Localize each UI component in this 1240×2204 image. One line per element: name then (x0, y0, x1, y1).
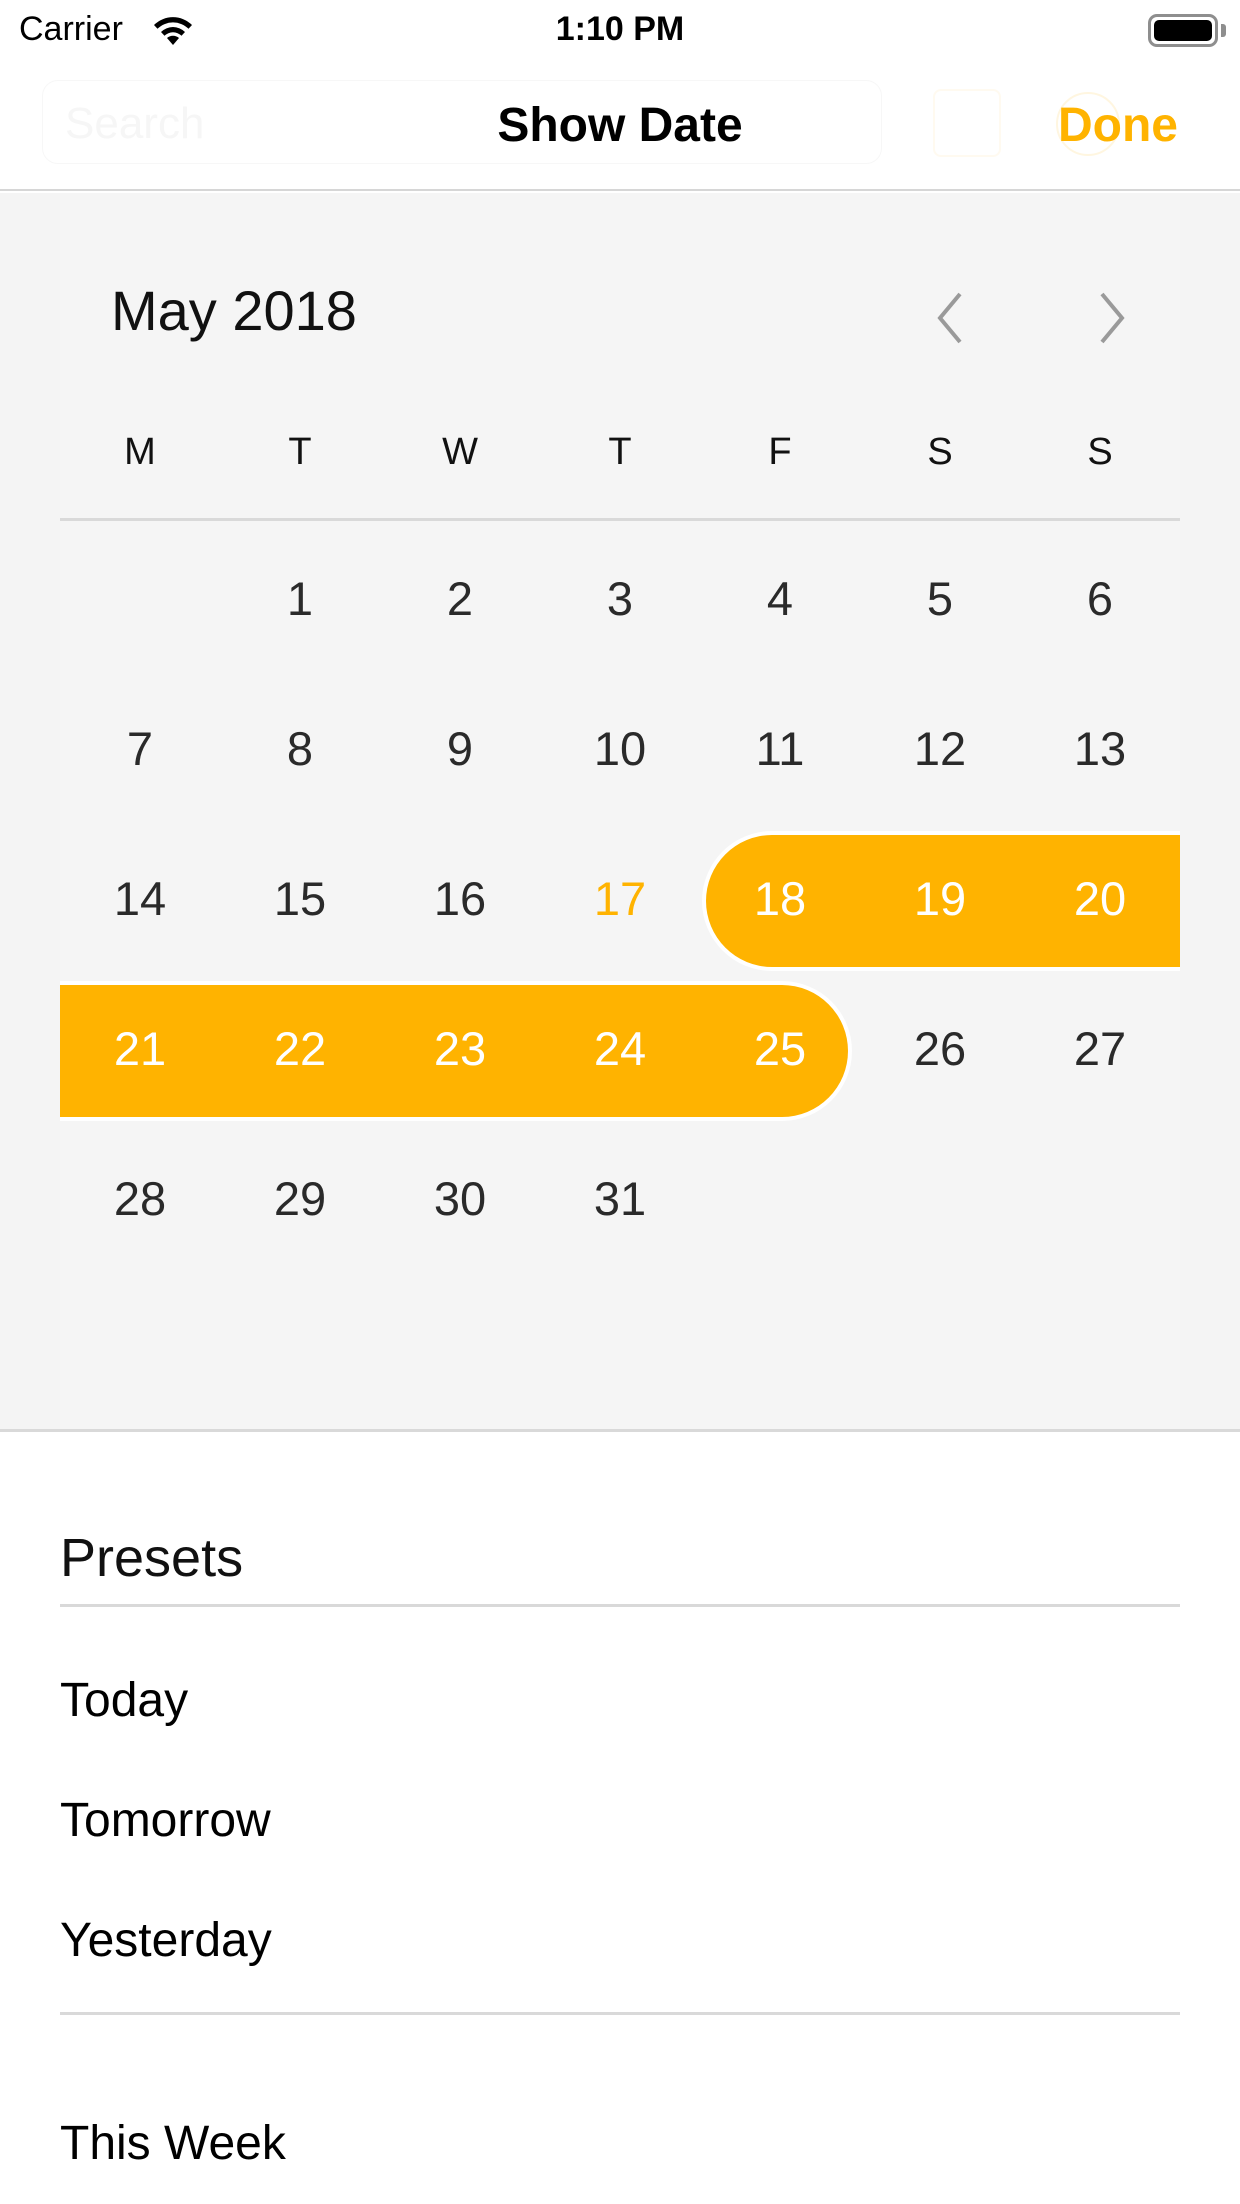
day-cell[interactable]: 28 (60, 1123, 220, 1273)
days-grid: 1 2 3 4 5 6 7 8 9 10 11 12 13 14 15 16 17 18 19 20 21 22 23 24 2… (60, 523, 1180, 1273)
preset-item[interactable]: This Week (60, 2116, 286, 2171)
battery-icon (1148, 14, 1218, 47)
day-cell[interactable]: 27 (1020, 973, 1180, 1123)
day-cell[interactable]: 31 (540, 1123, 700, 1273)
battery-level (1154, 20, 1212, 41)
chevron-right-icon[interactable] (1092, 288, 1132, 348)
presets-divider (60, 1604, 1180, 1607)
calendar-panel: May 2018 M T W T F S S 1 2 3 4 5 6 7 8 9 10 11 12 13… (0, 193, 1240, 1432)
preset-item[interactable]: Today (60, 1673, 188, 1728)
status-bar: Carrier 1:10 PM (0, 0, 1240, 64)
battery-tip (1221, 24, 1226, 37)
day-cell[interactable]: 10 (540, 673, 700, 823)
day-cell[interactable]: 24 (540, 973, 700, 1123)
calendar: May 2018 M T W T F S S 1 2 3 4 5 6 7 8 9 10 11 12 13… (60, 193, 1180, 1429)
day-cell[interactable]: 5 (860, 523, 1020, 673)
chevron-left-icon[interactable] (930, 288, 970, 348)
weekday-label: W (442, 431, 478, 473)
empty-day-cell (60, 523, 220, 673)
weekday-label: T (608, 431, 632, 473)
empty-day-cell (860, 1123, 1020, 1273)
week-row: 21 22 23 24 25 26 27 (60, 973, 1180, 1123)
day-cell[interactable]: 7 (60, 673, 220, 823)
day-cell[interactable]: 11 (700, 673, 860, 823)
day-cell[interactable]: 23 (380, 973, 540, 1123)
day-cell[interactable]: 12 (860, 673, 1020, 823)
navigation-bar: Search Show Date Done (0, 64, 1240, 191)
week-row: 14 15 16 17 18 19 20 (60, 823, 1180, 973)
preset-group-divider (60, 2012, 1180, 2015)
day-cell[interactable]: 19 (860, 823, 1020, 973)
day-cell[interactable]: 26 (860, 973, 1020, 1123)
empty-day-cell (1020, 1123, 1180, 1273)
day-cell[interactable]: 4 (700, 523, 860, 673)
week-row: 28 29 30 31 (60, 1123, 1180, 1273)
preset-item[interactable]: Tomorrow (60, 1793, 271, 1848)
day-cell[interactable]: 8 (220, 673, 380, 823)
day-cell[interactable]: 29 (220, 1123, 380, 1273)
day-cell[interactable]: 1 (220, 523, 380, 673)
weekday-label: F (768, 431, 792, 473)
day-cell[interactable]: 21 (60, 973, 220, 1123)
day-cell[interactable]: 16 (380, 823, 540, 973)
week-row: 123456 (60, 523, 1180, 673)
day-cell[interactable]: 3 (540, 523, 700, 673)
day-cell[interactable]: 17 (540, 823, 700, 973)
weekday-header: M T W T F S S (60, 431, 1180, 491)
day-cell[interactable]: 6 (1020, 523, 1180, 673)
weekday-divider (60, 518, 1180, 521)
day-cell[interactable]: 13 (1020, 673, 1180, 823)
weekday-label: S (927, 431, 953, 473)
preset-item[interactable]: Yesterday (60, 1913, 272, 1968)
done-button[interactable]: Done (1058, 98, 1178, 153)
status-time: 1:10 PM (555, 10, 685, 48)
day-cell[interactable]: 25 (700, 973, 860, 1123)
week-row: 7 8 9 10 11 12 13 (60, 673, 1180, 823)
weekday-label: S (1087, 431, 1113, 473)
month-title: May 2018 (111, 279, 357, 342)
day-cell[interactable]: 30 (380, 1123, 540, 1273)
day-cell[interactable]: 15 (220, 823, 380, 973)
page-title: Show Date (497, 99, 743, 152)
day-cell[interactable]: 22 (220, 973, 380, 1123)
day-cell[interactable]: 9 (380, 673, 540, 823)
day-cell[interactable]: 14 (60, 823, 220, 973)
day-cell[interactable]: 18 (700, 823, 860, 973)
presets-heading: Presets (60, 1528, 244, 1588)
day-cell[interactable]: 2 (380, 523, 540, 673)
day-cell[interactable]: 20 (1020, 823, 1180, 973)
weekday-label: T (288, 431, 312, 473)
empty-day-cell (700, 1123, 860, 1273)
weekday-label: M (124, 431, 156, 473)
